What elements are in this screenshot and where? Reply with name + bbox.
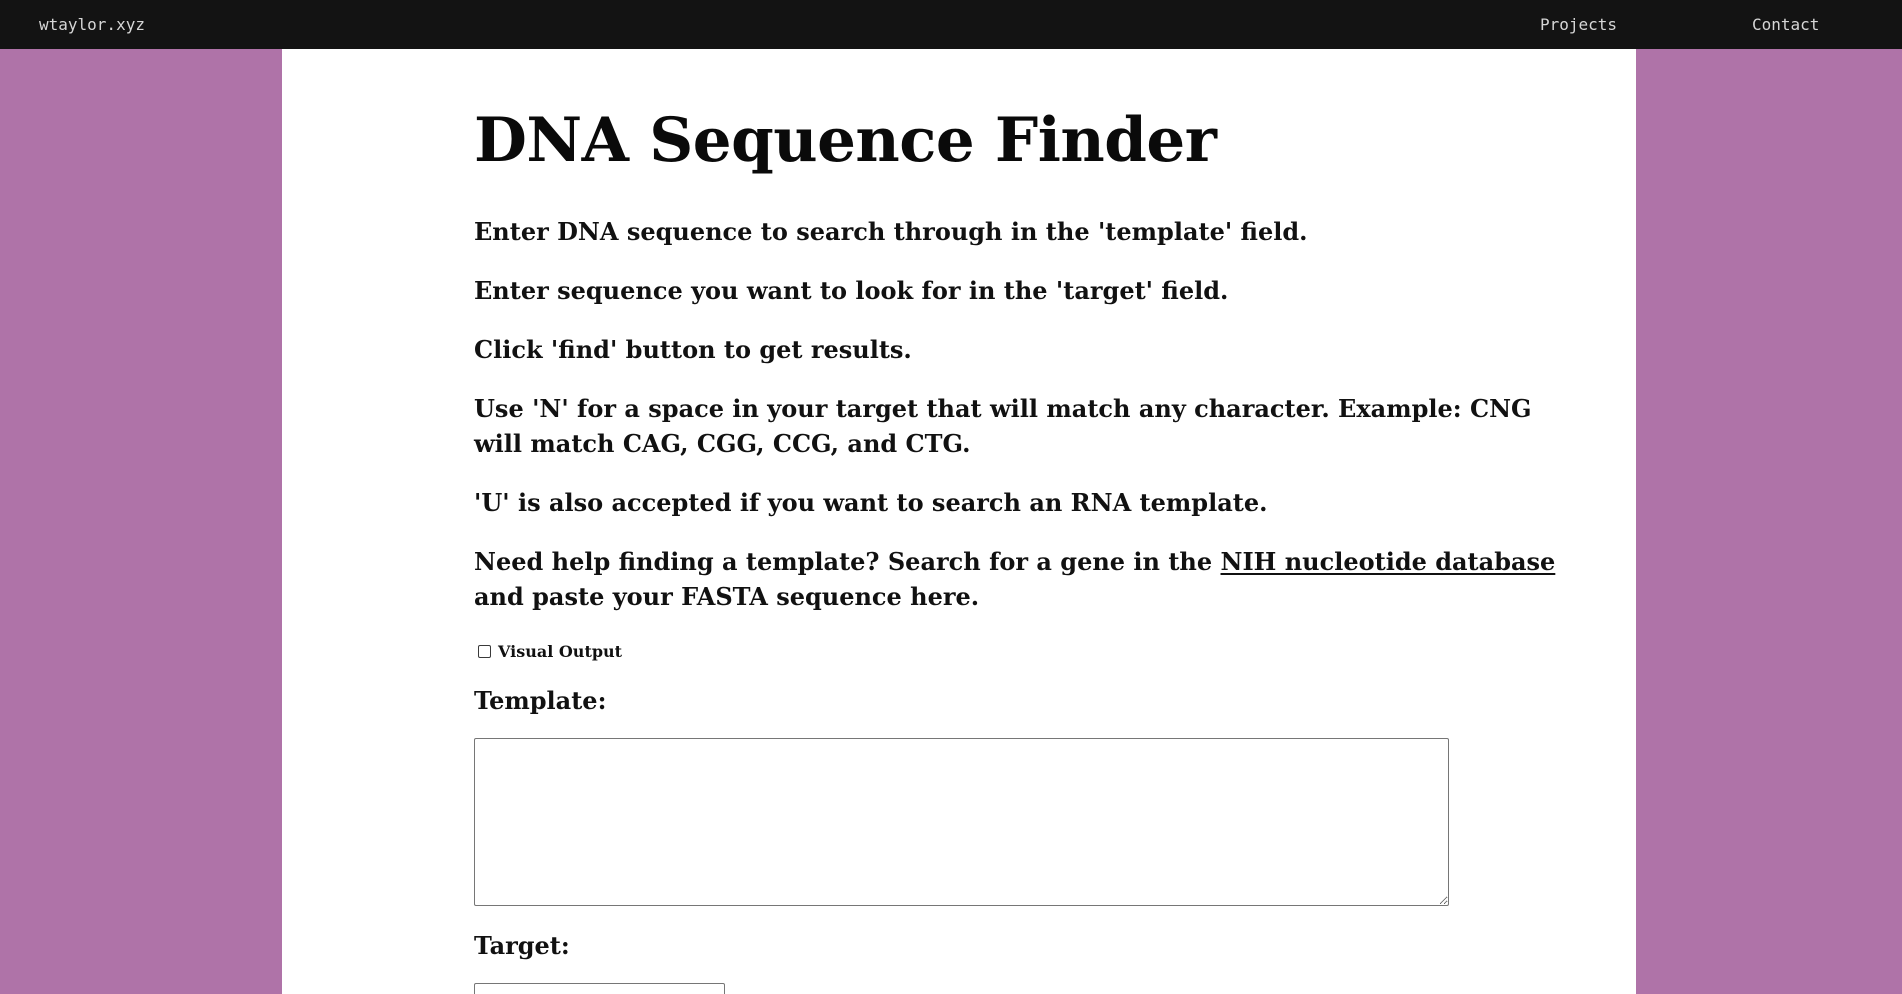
instruction-wildcard-line2: will match CAG, CGG, CCG, and CTG. <box>474 429 971 458</box>
template-label: Template: <box>474 686 607 715</box>
nav-link-projects[interactable]: Projects <box>1540 0 1617 50</box>
instruction-wildcard-line1: Use 'N' for a space in your target that … <box>474 394 1532 423</box>
instruction-rna: 'U' is also accepted if you want to sear… <box>474 488 1268 517</box>
top-nav-bar: wtaylor.xyz Projects Contact <box>0 0 1902 49</box>
instruction-template: Enter DNA sequence to search through in … <box>474 217 1308 246</box>
content-card: DNA Sequence Finder Enter DNA sequence t… <box>282 49 1636 994</box>
target-input[interactable] <box>474 983 725 994</box>
visual-output-checkbox[interactable] <box>478 644 491 658</box>
instruction-find: Click 'find' button to get results. <box>474 335 912 364</box>
instruction-help-line2: and paste your FASTA sequence here. <box>474 582 980 611</box>
instruction-help: Need help finding a template? Search for… <box>474 544 1555 614</box>
visual-output-option: Visual Output <box>478 640 622 662</box>
instruction-wildcard: Use 'N' for a space in your target that … <box>474 391 1532 461</box>
visual-output-label[interactable]: Visual Output <box>498 642 622 661</box>
page-title: DNA Sequence Finder <box>474 105 1217 176</box>
nav-link-contact[interactable]: Contact <box>1752 0 1819 50</box>
instruction-target: Enter sequence you want to look for in t… <box>474 276 1229 305</box>
instruction-help-text: Need help finding a template? Search for… <box>474 547 1221 576</box>
template-textarea[interactable] <box>474 738 1449 906</box>
site-brand-link[interactable]: wtaylor.xyz <box>39 0 145 50</box>
target-label: Target: <box>474 931 570 960</box>
nih-database-link[interactable]: NIH nucleotide database <box>1221 547 1556 576</box>
instruction-help-line1: Need help finding a template? Search for… <box>474 544 1555 579</box>
